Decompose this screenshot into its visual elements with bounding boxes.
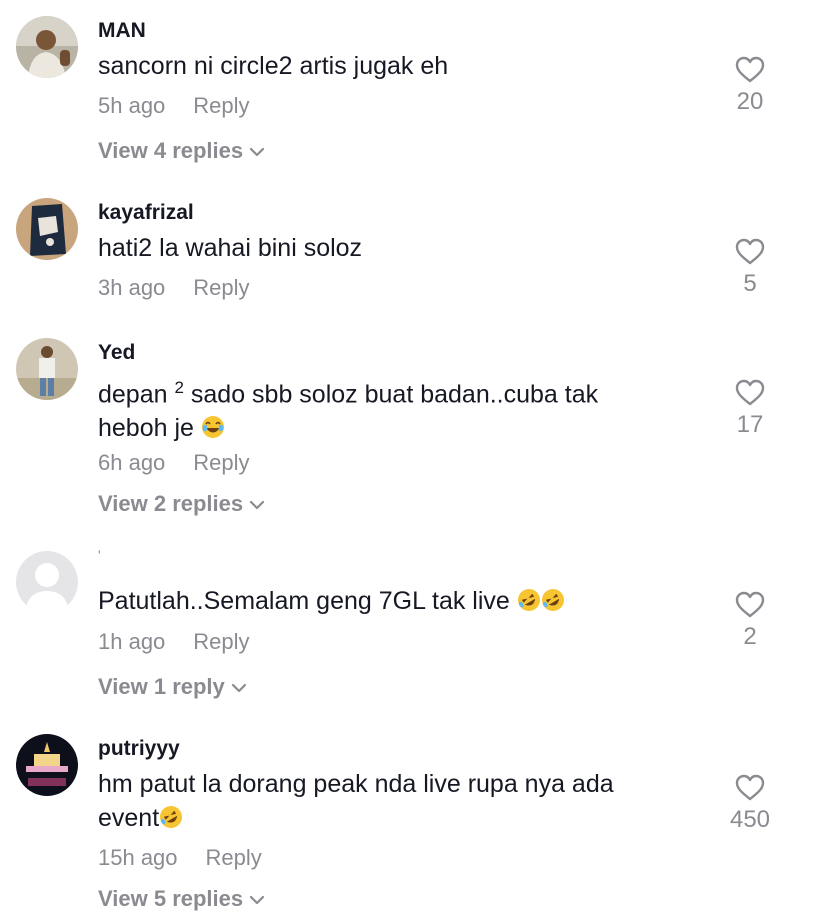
heart-icon xyxy=(735,591,765,618)
comment-time: 6h ago xyxy=(98,450,166,475)
view-replies-label: View 2 replies xyxy=(98,491,244,516)
avatar[interactable] xyxy=(16,551,78,613)
comment-text-superscript: 2 xyxy=(174,378,184,397)
like-count: 2 xyxy=(743,623,757,650)
comment-time: 3h ago xyxy=(98,275,166,300)
reply-button[interactable]: Reply xyxy=(193,93,249,118)
view-replies-button[interactable]: View 5 replies xyxy=(98,886,265,912)
reply-button[interactable]: Reply xyxy=(193,450,249,475)
like-button[interactable]: 17 xyxy=(715,379,785,439)
comment-username[interactable]: ' xyxy=(98,547,101,563)
avatar[interactable] xyxy=(16,338,78,400)
like-count: 5 xyxy=(743,270,757,297)
comment-meta: 6h ago Reply xyxy=(98,450,250,476)
like-count: 450 xyxy=(729,806,771,833)
view-replies-button[interactable]: View 1 reply xyxy=(98,674,247,700)
view-replies-label: View 5 replies xyxy=(98,886,244,911)
reply-button[interactable]: Reply xyxy=(193,275,249,300)
face-with-tears-of-joy-icon xyxy=(201,416,224,439)
view-replies-button[interactable]: View 2 replies xyxy=(98,491,265,517)
chevron-down-icon xyxy=(250,896,265,905)
avatar[interactable] xyxy=(16,198,78,260)
chevron-down-icon xyxy=(250,501,265,510)
comment-time: 5h ago xyxy=(98,93,166,118)
comment-username[interactable]: MAN xyxy=(98,19,146,43)
rolling-on-floor-laughing-icon xyxy=(160,806,183,828)
comment-time: 15h ago xyxy=(98,845,178,870)
comment-time: 1h ago xyxy=(98,629,166,654)
comment-text: sancorn ni circle2 artis jugak eh xyxy=(98,52,449,80)
like-count: 20 xyxy=(736,88,764,115)
heart-icon xyxy=(735,56,765,83)
like-button[interactable]: 20 xyxy=(715,56,785,116)
like-button[interactable]: 2 xyxy=(715,591,785,651)
view-replies-button[interactable]: View 4 replies xyxy=(98,138,265,164)
rolling-on-floor-laughing-icon xyxy=(541,589,564,611)
comment-meta: 5h ago Reply xyxy=(98,93,250,119)
reply-button[interactable]: Reply xyxy=(193,629,249,654)
comment-text: hm patut la dorang peak nda live rupa ny… xyxy=(98,767,658,835)
chevron-down-icon xyxy=(231,684,246,693)
comment-meta: 3h ago Reply xyxy=(98,275,250,301)
reply-button[interactable]: Reply xyxy=(206,845,262,870)
chevron-down-icon xyxy=(250,148,265,157)
comment-text-part: Patutlah..Semalam geng 7GL tak live xyxy=(98,587,510,615)
comment-username[interactable]: putriyyy xyxy=(98,737,180,761)
comment-text: hati2 la wahai bini soloz xyxy=(98,234,363,262)
like-button[interactable]: 450 xyxy=(715,774,785,834)
rolling-on-floor-laughing-icon xyxy=(517,589,540,611)
comment-meta: 1h ago Reply xyxy=(98,629,250,655)
heart-icon xyxy=(735,774,765,801)
view-replies-label: View 1 reply xyxy=(98,674,225,699)
like-count: 17 xyxy=(736,411,764,438)
avatar[interactable] xyxy=(16,16,78,78)
comment-text-part: depan xyxy=(98,380,175,409)
heart-icon xyxy=(735,238,765,265)
like-button[interactable]: 5 xyxy=(715,238,785,298)
comment-text: Patutlah..Semalam geng 7GL tak live xyxy=(98,584,698,618)
comment-text: depan 2 sado sbb soloz buat badan..cuba … xyxy=(98,371,658,445)
heart-icon xyxy=(735,379,765,406)
comment-meta: 15h ago Reply xyxy=(98,845,262,871)
avatar[interactable] xyxy=(16,734,78,796)
comment-username[interactable]: kayafrizal xyxy=(98,201,194,225)
comment-username[interactable]: Yed xyxy=(98,341,135,365)
view-replies-label: View 4 replies xyxy=(98,138,244,163)
